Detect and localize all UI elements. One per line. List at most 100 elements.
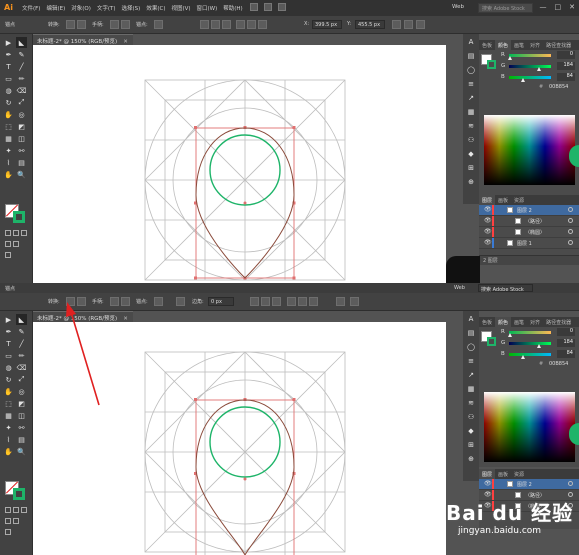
stroke-green-swatch[interactable] xyxy=(13,488,25,500)
menu-type[interactable]: 文字(T) xyxy=(97,4,116,12)
bridge-icon[interactable] xyxy=(250,3,258,11)
stock-search-input[interactable]: 搜索 Adobe Stock xyxy=(478,3,533,13)
type-tool-icon[interactable]: T xyxy=(3,61,14,72)
tab-swatches[interactable]: 色板 xyxy=(479,317,495,327)
fill-stroke-swatch[interactable] xyxy=(5,204,27,224)
minimize-button[interactable]: — xyxy=(540,3,547,11)
export-icon[interactable]: ↗ xyxy=(467,94,476,103)
symbols-icon[interactable]: ◆ xyxy=(467,427,476,436)
line-tool-icon[interactable]: ╱ xyxy=(16,61,27,72)
y-field[interactable]: 455.5 px xyxy=(355,20,385,29)
opentype-icon[interactable]: ◯ xyxy=(467,66,476,75)
shape-builder-icon[interactable]: ◎ xyxy=(16,109,27,120)
fill-stroke-swatch[interactable] xyxy=(5,481,27,501)
g-value-field[interactable]: 184 xyxy=(557,62,575,70)
document-tab[interactable]: 未标题-2* @ 150% (RGB/预览) ✕ xyxy=(32,34,133,45)
r-slider-knob[interactable] xyxy=(508,333,512,337)
screen-mode-icon[interactable] xyxy=(5,529,11,535)
remove-anchor-icon[interactable] xyxy=(154,297,163,306)
export-icon[interactable]: ↗ xyxy=(467,371,476,380)
tab-assets[interactable]: 资源 xyxy=(511,195,527,205)
blend-tool-icon[interactable]: ⚯ xyxy=(16,422,27,433)
gradient-tool-icon[interactable]: ▦ xyxy=(3,410,14,421)
transform-panel-icon[interactable]: ⊞ xyxy=(467,164,476,173)
blob-brush-icon[interactable]: ◍ xyxy=(3,85,14,96)
visibility-eye-icon[interactable]: 👁 xyxy=(484,228,492,235)
tab-artboards[interactable]: 画板 xyxy=(495,469,511,479)
tab-brushes[interactable]: 画笔 xyxy=(511,40,527,50)
rotate-tool-icon[interactable]: ↻ xyxy=(3,374,14,385)
puppet-warp-icon[interactable]: ✋ xyxy=(3,386,14,397)
direct-selection-tool-icon[interactable]: ◣ xyxy=(16,314,27,325)
tab-pathfinder[interactable]: 路径查找器 xyxy=(543,40,574,50)
symbol-sprayer-icon[interactable]: ✦ xyxy=(3,422,14,433)
layer-row[interactable]: 👁 〈椭圆〉 xyxy=(479,227,579,238)
layer-row[interactable]: 👁 图层 1 xyxy=(479,238,579,249)
appearance-icon[interactable]: ⚇ xyxy=(467,136,476,145)
tab-layers[interactable]: 图层 xyxy=(479,195,496,205)
perspective-grid-icon[interactable]: ⬚ xyxy=(3,398,14,409)
shape-builder-icon[interactable]: ◎ xyxy=(16,386,27,397)
color-mode-icon[interactable] xyxy=(5,507,11,513)
eraser-tool-icon[interactable]: ⌫ xyxy=(16,362,27,373)
layer-row[interactable]: 👁 图层 2 xyxy=(479,479,579,490)
pencil-tool-icon[interactable]: ✏ xyxy=(16,350,27,361)
symbol-sprayer-icon[interactable]: ✦ xyxy=(3,145,14,156)
show-handles-icon[interactable] xyxy=(110,297,119,306)
r-slider-knob[interactable] xyxy=(508,56,512,60)
align-center-icon[interactable] xyxy=(211,20,220,29)
transform-icon[interactable] xyxy=(392,20,401,29)
workspace-switcher[interactable]: Web xyxy=(454,285,465,291)
r-slider[interactable] xyxy=(509,54,551,57)
hex-value-field[interactable]: 00B854 xyxy=(549,84,568,90)
isolate-icon[interactable] xyxy=(176,297,185,306)
graph-tool-icon[interactable]: ▤ xyxy=(16,434,27,445)
artboard-canvas[interactable] xyxy=(33,45,446,283)
navigator-icon[interactable]: ⊕ xyxy=(467,178,476,187)
gradient-tool-icon[interactable]: ▦ xyxy=(3,133,14,144)
transform-icon[interactable] xyxy=(336,297,345,306)
paragraph-icon[interactable]: ▤ xyxy=(467,329,476,338)
libraries-icon[interactable]: ▦ xyxy=(467,108,476,117)
stroke-green-swatch[interactable] xyxy=(13,211,25,223)
draw-normal-icon[interactable] xyxy=(5,241,11,247)
tab-swatches[interactable]: 色板 xyxy=(479,40,495,50)
slice-tool-icon[interactable]: ⌇ xyxy=(3,434,14,445)
r-slider[interactable] xyxy=(509,331,551,334)
stroke-icon[interactable]: ≋ xyxy=(467,122,476,131)
convert-smooth-icon[interactable] xyxy=(77,20,86,29)
r-value-field[interactable]: 0 xyxy=(557,328,575,336)
layer-name[interactable]: 图层 2 xyxy=(517,481,532,488)
r-value-field[interactable]: 0 xyxy=(557,51,575,59)
target-icon[interactable] xyxy=(568,481,573,486)
properties-icon[interactable]: ≡ xyxy=(467,357,476,366)
arrange-icon[interactable] xyxy=(350,297,359,306)
draw-behind-icon[interactable] xyxy=(13,241,19,247)
align-middle-icon[interactable] xyxy=(247,20,256,29)
paragraph-icon[interactable]: ▤ xyxy=(467,52,476,61)
draw-normal-icon[interactable] xyxy=(5,518,11,524)
menu-edit[interactable]: 编辑(E) xyxy=(46,4,65,12)
none-mode-icon[interactable] xyxy=(21,507,27,513)
stock-search-input[interactable]: 搜索 Adobe Stock xyxy=(478,284,533,293)
pen-tool-icon[interactable]: ✒ xyxy=(3,49,14,60)
character-icon[interactable]: A xyxy=(467,38,476,47)
layer-name[interactable]: 图层 2 xyxy=(517,207,532,214)
character-icon[interactable]: A xyxy=(467,315,476,324)
visibility-eye-icon[interactable]: 👁 xyxy=(484,206,492,213)
navigator-icon[interactable]: ⊕ xyxy=(467,455,476,464)
zoom-tool-icon[interactable]: 🔍 xyxy=(16,446,27,457)
blend-tool-icon[interactable]: ⚯ xyxy=(16,145,27,156)
hex-value-field[interactable]: 00B854 xyxy=(549,361,568,367)
layer-name[interactable]: 〈路径〉 xyxy=(525,218,545,225)
hand-tool-icon[interactable]: ✋ xyxy=(3,446,14,457)
g-slider-knob[interactable] xyxy=(537,67,541,71)
color-mode-icon[interactable] xyxy=(5,230,11,236)
mesh-tool-icon[interactable]: ◩ xyxy=(16,398,27,409)
tab-layers[interactable]: 图层 xyxy=(479,469,496,479)
b-slider-knob[interactable] xyxy=(521,355,525,359)
hide-handles-icon[interactable] xyxy=(121,20,130,29)
type-tool-icon[interactable]: T xyxy=(3,338,14,349)
selection-tool-icon[interactable]: ▶ xyxy=(3,37,14,48)
tab-color[interactable]: 颜色 xyxy=(495,317,512,327)
